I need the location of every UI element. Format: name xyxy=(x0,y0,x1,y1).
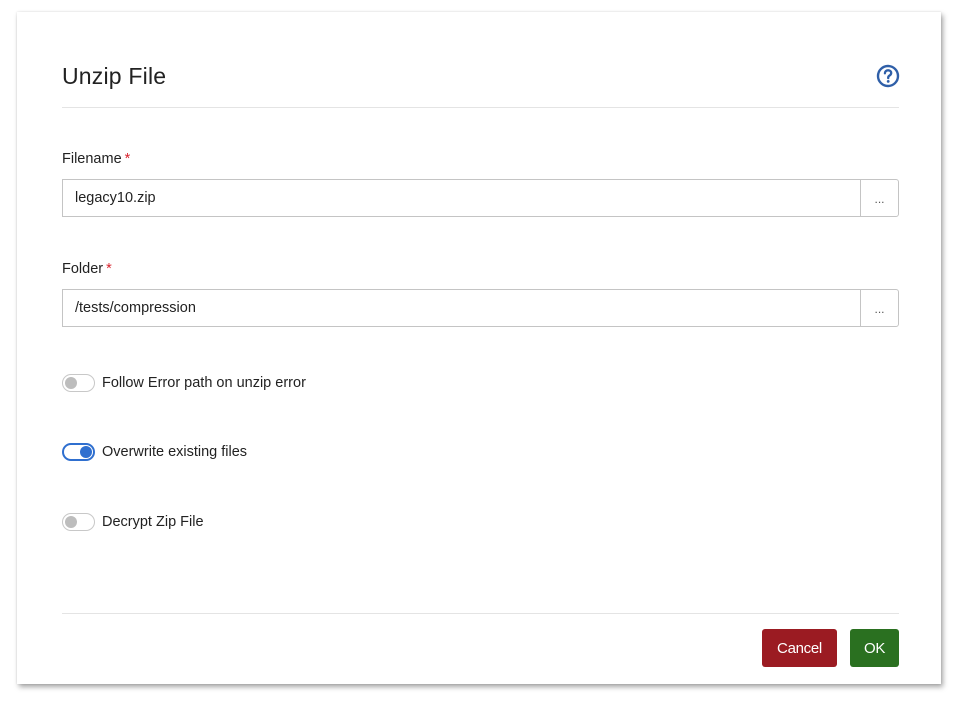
toggle-knob xyxy=(65,516,77,528)
filename-input[interactable] xyxy=(62,179,860,217)
dialog-footer-divider xyxy=(62,613,899,614)
filename-label: Filename * xyxy=(62,151,130,167)
decrypt-zip-file-toggle[interactable] xyxy=(62,513,95,531)
filename-label-text: Filename xyxy=(62,151,122,167)
folder-input[interactable] xyxy=(62,289,860,327)
dialog-header: Unzip File xyxy=(62,12,900,108)
question-circle-icon[interactable] xyxy=(876,64,900,88)
follow-error-path-row: Follow Error path on unzip error xyxy=(62,373,306,393)
filename-browse-button[interactable]: ... xyxy=(860,179,899,217)
dialog-title: Unzip File xyxy=(62,63,167,89)
folder-label-text: Folder xyxy=(62,261,104,277)
toggle-knob xyxy=(65,377,77,389)
unzip-file-dialog: Unzip File Filename* ... Folder* ... Fol… xyxy=(17,12,941,684)
decrypt-zip-file-row: Decrypt Zip File xyxy=(62,512,204,532)
required-marker: * xyxy=(106,261,112,277)
filename-input-group: ... xyxy=(62,179,899,217)
overwrite-existing-files-row: Overwrite existing files xyxy=(62,442,247,462)
overwrite-existing-files-toggle[interactable] xyxy=(62,443,95,461)
folder-input-group: ... xyxy=(62,289,899,327)
overwrite-existing-files-label: Overwrite existing files xyxy=(102,444,248,460)
follow-error-path-label: Follow Error path on unzip error xyxy=(102,375,306,391)
folder-browse-button[interactable]: ... xyxy=(860,289,899,327)
cancel-button[interactable]: Cancel xyxy=(762,629,837,667)
decrypt-zip-file-label: Decrypt Zip File xyxy=(102,514,204,530)
ok-button[interactable]: OK xyxy=(850,629,899,667)
follow-error-path-toggle[interactable] xyxy=(62,374,95,392)
toggle-knob xyxy=(80,446,92,458)
required-marker: * xyxy=(124,151,131,167)
folder-label: Folder * xyxy=(62,261,112,277)
